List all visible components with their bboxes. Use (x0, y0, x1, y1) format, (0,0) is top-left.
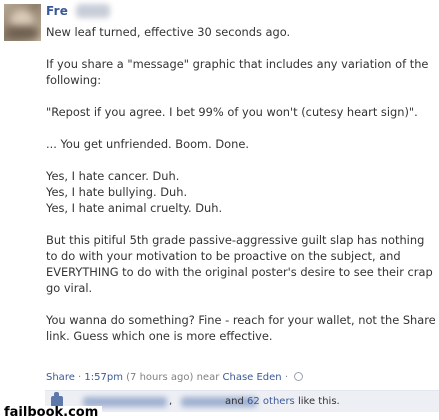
likes-and: and (225, 396, 244, 407)
post-meta: Share · 1:57pm (7 hours ago) near Chase … (46, 372, 304, 383)
post-paragraph-2: If you share a "message" graphic that in… (46, 57, 433, 87)
globe-icon[interactable] (294, 372, 304, 381)
likes-text: , and 62 others like this. (169, 396, 340, 407)
post-paragraph-3: "Repost if you agree. I bet 99% of you w… (46, 105, 418, 119)
post-paragraph-4: ... You get unfriended. Boom. Done. (46, 137, 249, 151)
location-prefix: near (196, 372, 220, 383)
post-time-ago: (7 hours ago) (126, 372, 194, 383)
post-body: New leaf turned, effective 30 seconds ag… (46, 24, 436, 344)
watermark: failbook.com (2, 406, 103, 420)
location-link[interactable]: Chase Eden (223, 372, 282, 383)
post-paragraph-1: New leaf turned, effective 30 seconds ag… (46, 25, 291, 39)
author-avatar[interactable] (4, 4, 41, 41)
post-paragraph-5: Yes, I hate cancer. Duh. Yes, I hate bul… (46, 169, 223, 215)
meta-separator-2: · (284, 372, 289, 383)
likes-bar: , and 62 others like this. (45, 390, 439, 413)
likes-suffix: like this. (297, 396, 340, 407)
avatar-blur-lower (6, 26, 39, 40)
post-paragraph-6: But this pitiful 5th grade passive-aggre… (46, 233, 437, 295)
share-link[interactable]: Share (46, 372, 75, 383)
meta-separator: · (78, 372, 82, 383)
post-timestamp[interactable]: 1:57pm (84, 372, 123, 383)
author-name-redaction (76, 4, 110, 18)
likes-comma: , (169, 396, 173, 407)
author-name[interactable]: Fre (46, 4, 68, 18)
likes-others-link[interactable]: 62 others (247, 396, 295, 407)
post-paragraph-7: You wanna do something? Fine - reach for… (46, 313, 439, 343)
